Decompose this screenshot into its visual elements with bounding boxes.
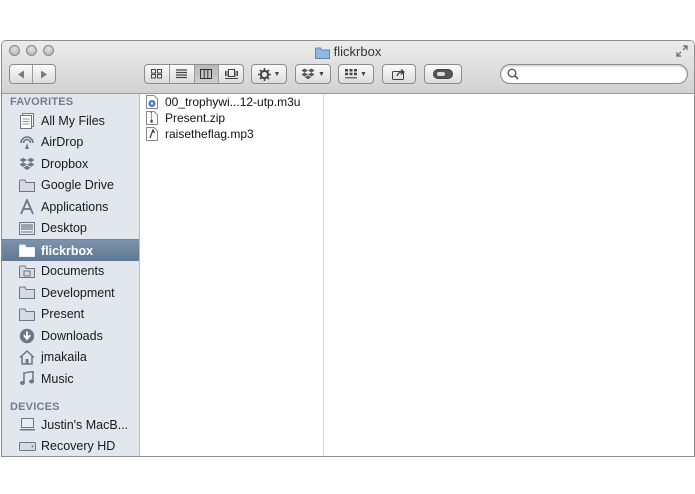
file-item[interactable]: Present.zip bbox=[146, 110, 225, 126]
forward-arrow-icon bbox=[41, 70, 47, 78]
window-title: flickrbox bbox=[2, 44, 694, 62]
title-bar: flickrbox ▼ ▼ ▼ bbox=[2, 41, 694, 94]
share-button[interactable] bbox=[382, 64, 416, 84]
documents-icon bbox=[18, 263, 36, 279]
sidebar-item-google-drive[interactable]: Google Drive bbox=[2, 175, 139, 196]
arrange-menu-button[interactable]: ▼ bbox=[338, 64, 374, 84]
view-mode-control bbox=[144, 64, 244, 84]
sidebar: FAVORITES All My Files AirDrop Dropbox G… bbox=[2, 94, 140, 456]
folder-icon bbox=[18, 177, 36, 193]
sidebar-item-airdrop[interactable]: AirDrop bbox=[2, 132, 139, 153]
file-name: raisetheflag.mp3 bbox=[165, 127, 254, 141]
sidebar-item-documents[interactable]: Documents bbox=[2, 261, 139, 282]
folder-icon bbox=[18, 285, 36, 301]
sidebar-item-downloads[interactable]: Downloads bbox=[2, 325, 139, 346]
sidebar-item-label: Desktop bbox=[41, 221, 87, 235]
back-arrow-icon bbox=[18, 70, 24, 78]
search-field[interactable] bbox=[500, 64, 688, 84]
disk-icon bbox=[18, 438, 36, 454]
tags-button[interactable] bbox=[424, 64, 462, 84]
list-view-button[interactable] bbox=[168, 65, 194, 83]
sidebar-item-all-my-files[interactable]: All My Files bbox=[2, 110, 139, 131]
folder-icon bbox=[18, 306, 36, 322]
sidebar-item-development[interactable]: Development bbox=[2, 282, 139, 303]
sidebar-item-label: Recovery HD bbox=[41, 439, 116, 453]
devices-heading: DEVICES bbox=[10, 401, 60, 413]
window-title-text: flickrbox bbox=[333, 44, 382, 59]
cover-flow-icon bbox=[224, 69, 238, 79]
sidebar-item-label: flickrbox bbox=[41, 243, 94, 258]
home-icon bbox=[18, 349, 36, 365]
fullscreen-icon[interactable] bbox=[676, 45, 688, 57]
dropbox-menu-button[interactable]: ▼ bbox=[295, 64, 331, 84]
column-view-button[interactable] bbox=[193, 65, 219, 83]
sidebar-item-music[interactable]: Music bbox=[2, 368, 139, 389]
sidebar-item-label: Justin's MacB... bbox=[41, 417, 129, 432]
file-name: Present.zip bbox=[165, 111, 226, 125]
search-icon bbox=[507, 68, 519, 80]
laptop-icon bbox=[18, 417, 36, 433]
column-view-icon bbox=[200, 69, 213, 79]
sidebar-item-applications[interactable]: Applications bbox=[2, 196, 139, 217]
favorites-heading: FAVORITES bbox=[10, 96, 74, 108]
sidebar-item-recovery-hd[interactable]: Recovery HD bbox=[2, 436, 139, 457]
sidebar-item-label: Present bbox=[41, 307, 85, 321]
cover-flow-view-button[interactable] bbox=[218, 65, 243, 83]
empty-column[interactable] bbox=[324, 94, 694, 456]
sidebar-item-label: Applications bbox=[41, 199, 109, 214]
dropbox-icon bbox=[301, 68, 315, 80]
sidebar-item-present[interactable]: Present bbox=[2, 304, 139, 325]
icon-view-button[interactable] bbox=[145, 65, 169, 83]
search-input[interactable] bbox=[523, 67, 681, 81]
sidebar-item-desktop[interactable]: Desktop bbox=[2, 218, 139, 239]
sidebar-item-label: All My Files bbox=[41, 113, 105, 128]
file-item[interactable]: raisetheflag.mp3 bbox=[146, 126, 254, 142]
sidebar-item-label: Documents bbox=[41, 264, 105, 278]
forward-button[interactable] bbox=[32, 65, 55, 83]
sidebar-item-label: Google Drive bbox=[41, 178, 114, 192]
navigation-buttons bbox=[9, 64, 56, 84]
action-menu-button[interactable]: ▼ bbox=[251, 64, 287, 84]
grid-icon bbox=[345, 69, 358, 79]
icon-view-icon bbox=[151, 69, 163, 79]
file-item[interactable]: 00_trophywi...12-utp.m3u bbox=[146, 94, 300, 110]
sidebar-item-jmakaila[interactable]: jmakaila bbox=[2, 347, 139, 368]
desktop-icon bbox=[18, 220, 36, 236]
playlist-file-icon bbox=[146, 95, 158, 109]
folder-icon bbox=[18, 243, 36, 259]
chevron-down-icon: ▼ bbox=[318, 70, 325, 78]
sidebar-item-flickrbox[interactable]: flickrbox bbox=[2, 239, 139, 261]
sidebar-item-macbook[interactable]: Justin's MacB... bbox=[2, 414, 139, 435]
dropbox-icon bbox=[18, 156, 36, 172]
downloads-icon bbox=[18, 328, 36, 344]
music-icon bbox=[18, 371, 36, 387]
list-view-icon bbox=[176, 69, 188, 79]
share-icon bbox=[392, 69, 406, 80]
sidebar-item-label: Development bbox=[41, 285, 115, 300]
file-name: 00_trophywi...12-utp.m3u bbox=[165, 95, 301, 109]
back-button[interactable] bbox=[10, 65, 32, 83]
finder-window: flickrbox ▼ ▼ ▼ FAVORITES All My Files A… bbox=[1, 40, 695, 457]
chevron-down-icon: ▼ bbox=[273, 70, 281, 78]
sidebar-item-label: jmakaila bbox=[41, 350, 87, 364]
sidebar-item-label: AirDrop bbox=[41, 135, 84, 149]
folder-icon bbox=[314, 47, 330, 62]
sidebar-item-label: Dropbox bbox=[41, 156, 89, 171]
zip-file-icon bbox=[146, 111, 158, 125]
chevron-down-icon: ▼ bbox=[360, 70, 367, 78]
all-files-icon bbox=[18, 112, 36, 129]
audio-file-icon bbox=[146, 127, 158, 141]
sidebar-item-label: Downloads bbox=[41, 328, 103, 343]
tag-icon bbox=[433, 69, 453, 79]
browser-column[interactable]: 00_trophywi...12-utp.m3u Present.zip rai… bbox=[140, 94, 324, 456]
sidebar-item-dropbox[interactable]: Dropbox bbox=[2, 153, 139, 174]
gear-icon bbox=[257, 67, 271, 81]
sidebar-item-label: Music bbox=[41, 371, 74, 386]
airdrop-icon bbox=[18, 134, 36, 150]
applications-icon bbox=[18, 198, 36, 215]
